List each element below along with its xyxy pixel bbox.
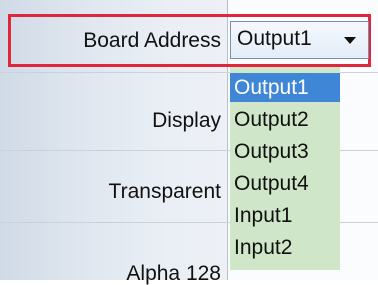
triangle-down-icon[interactable]: [344, 37, 356, 44]
board-address-combobox[interactable]: Output1: [230, 21, 369, 59]
option-output1[interactable]: Output1: [230, 73, 340, 102]
option-output3[interactable]: Output3: [230, 137, 340, 166]
label-alpha-128: Alpha 128: [126, 262, 221, 285]
board-address-dropdown-list: Output1 Output2 Output3 Output4 Input1 I…: [230, 67, 340, 270]
option-input2[interactable]: Input2: [230, 233, 340, 262]
combobox-value: Output1: [237, 27, 312, 50]
option-output4[interactable]: Output4: [230, 169, 340, 198]
option-output2[interactable]: Output2: [230, 105, 340, 134]
label-display: Display: [152, 109, 221, 132]
option-input1[interactable]: Input1: [230, 201, 340, 230]
label-transparent: Transparent: [108, 180, 221, 203]
